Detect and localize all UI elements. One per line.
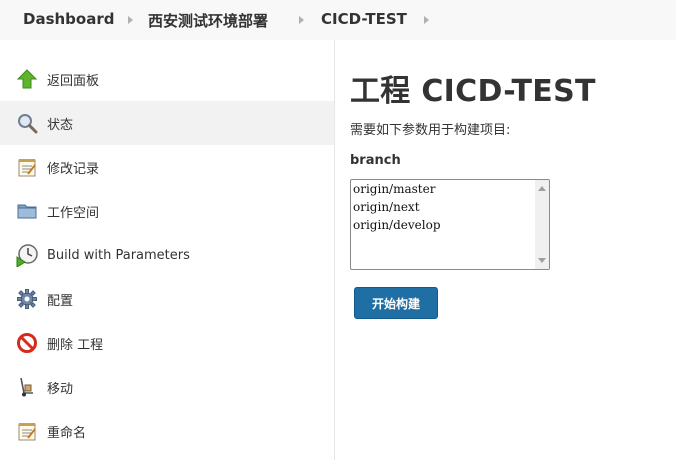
- listbox-scrollbar[interactable]: [535, 180, 549, 269]
- chevron-right-icon[interactable]: [128, 16, 133, 24]
- parameter-name-label: branch: [350, 153, 401, 168]
- sidebar: 返回面板 状态 修改记录 工作空间 Build with Parameters …: [0, 40, 335, 460]
- sidebar-item-label: 重命名: [47, 425, 87, 441]
- sidebar-item-rename[interactable]: 重命名: [0, 409, 334, 453]
- sidebar-item-label: 返回面板: [47, 73, 100, 89]
- sidebar-item-changes[interactable]: 修改记录: [0, 145, 334, 189]
- sidebar-item-back-to-dashboard[interactable]: 返回面板: [0, 57, 334, 101]
- sidebar-item-label: Build with Parameters: [47, 247, 190, 263]
- build-button[interactable]: 开始构建: [354, 287, 438, 319]
- breadcrumb-folder[interactable]: 西安测试环境部署: [148, 10, 268, 31]
- chevron-right-icon[interactable]: [299, 16, 304, 24]
- sidebar-item-label: 配置: [47, 293, 74, 309]
- sidebar-item-workspace[interactable]: 工作空间: [0, 189, 334, 233]
- main-content: 工程 CICD-TEST 需要如下参数用于构建项目: branch origin…: [336, 40, 676, 460]
- notepad-icon: [15, 419, 39, 443]
- parameters-description: 需要如下参数用于构建项目:: [350, 123, 511, 138]
- sidebar-item-status[interactable]: 状态: [0, 101, 334, 145]
- branch-option[interactable]: origin/develop: [351, 216, 549, 234]
- page-title: 工程 CICD-TEST: [350, 74, 596, 109]
- no-entry-icon: [15, 331, 39, 355]
- sidebar-item-label: 修改记录: [47, 161, 100, 177]
- clock-play-icon: [15, 243, 39, 267]
- sidebar-item-label: 删除 工程: [47, 337, 104, 353]
- breadcrumb-dashboard[interactable]: Dashboard: [23, 10, 114, 28]
- scroll-up-icon[interactable]: [538, 186, 546, 191]
- branch-option[interactable]: origin/next: [351, 198, 549, 216]
- sidebar-item-label: 状态: [47, 117, 74, 133]
- branch-option[interactable]: origin/master: [351, 180, 549, 198]
- breadcrumb: Dashboard 西安测试环境部署 CICD-TEST: [0, 0, 676, 40]
- notepad-icon: [15, 155, 39, 179]
- magnifier-icon: [15, 111, 39, 135]
- sidebar-item-configure[interactable]: 配置: [0, 277, 334, 321]
- sidebar-item-build-with-parameters[interactable]: Build with Parameters: [0, 233, 334, 277]
- up-arrow-icon: [15, 67, 39, 91]
- sidebar-item-label: 工作空间: [47, 205, 100, 221]
- scroll-down-icon[interactable]: [538, 258, 546, 263]
- hand-truck-icon: [15, 375, 39, 399]
- sidebar-item-move[interactable]: 移动: [0, 365, 334, 409]
- sidebar-item-delete-project[interactable]: 删除 工程: [0, 321, 334, 365]
- branch-select-list[interactable]: origin/master origin/next origin/develop: [350, 179, 550, 270]
- breadcrumb-job[interactable]: CICD-TEST: [321, 10, 407, 28]
- sidebar-item-label: 移动: [47, 381, 74, 397]
- folder-icon: [15, 199, 39, 223]
- chevron-right-icon[interactable]: [424, 16, 429, 24]
- gear-icon: [15, 287, 39, 311]
